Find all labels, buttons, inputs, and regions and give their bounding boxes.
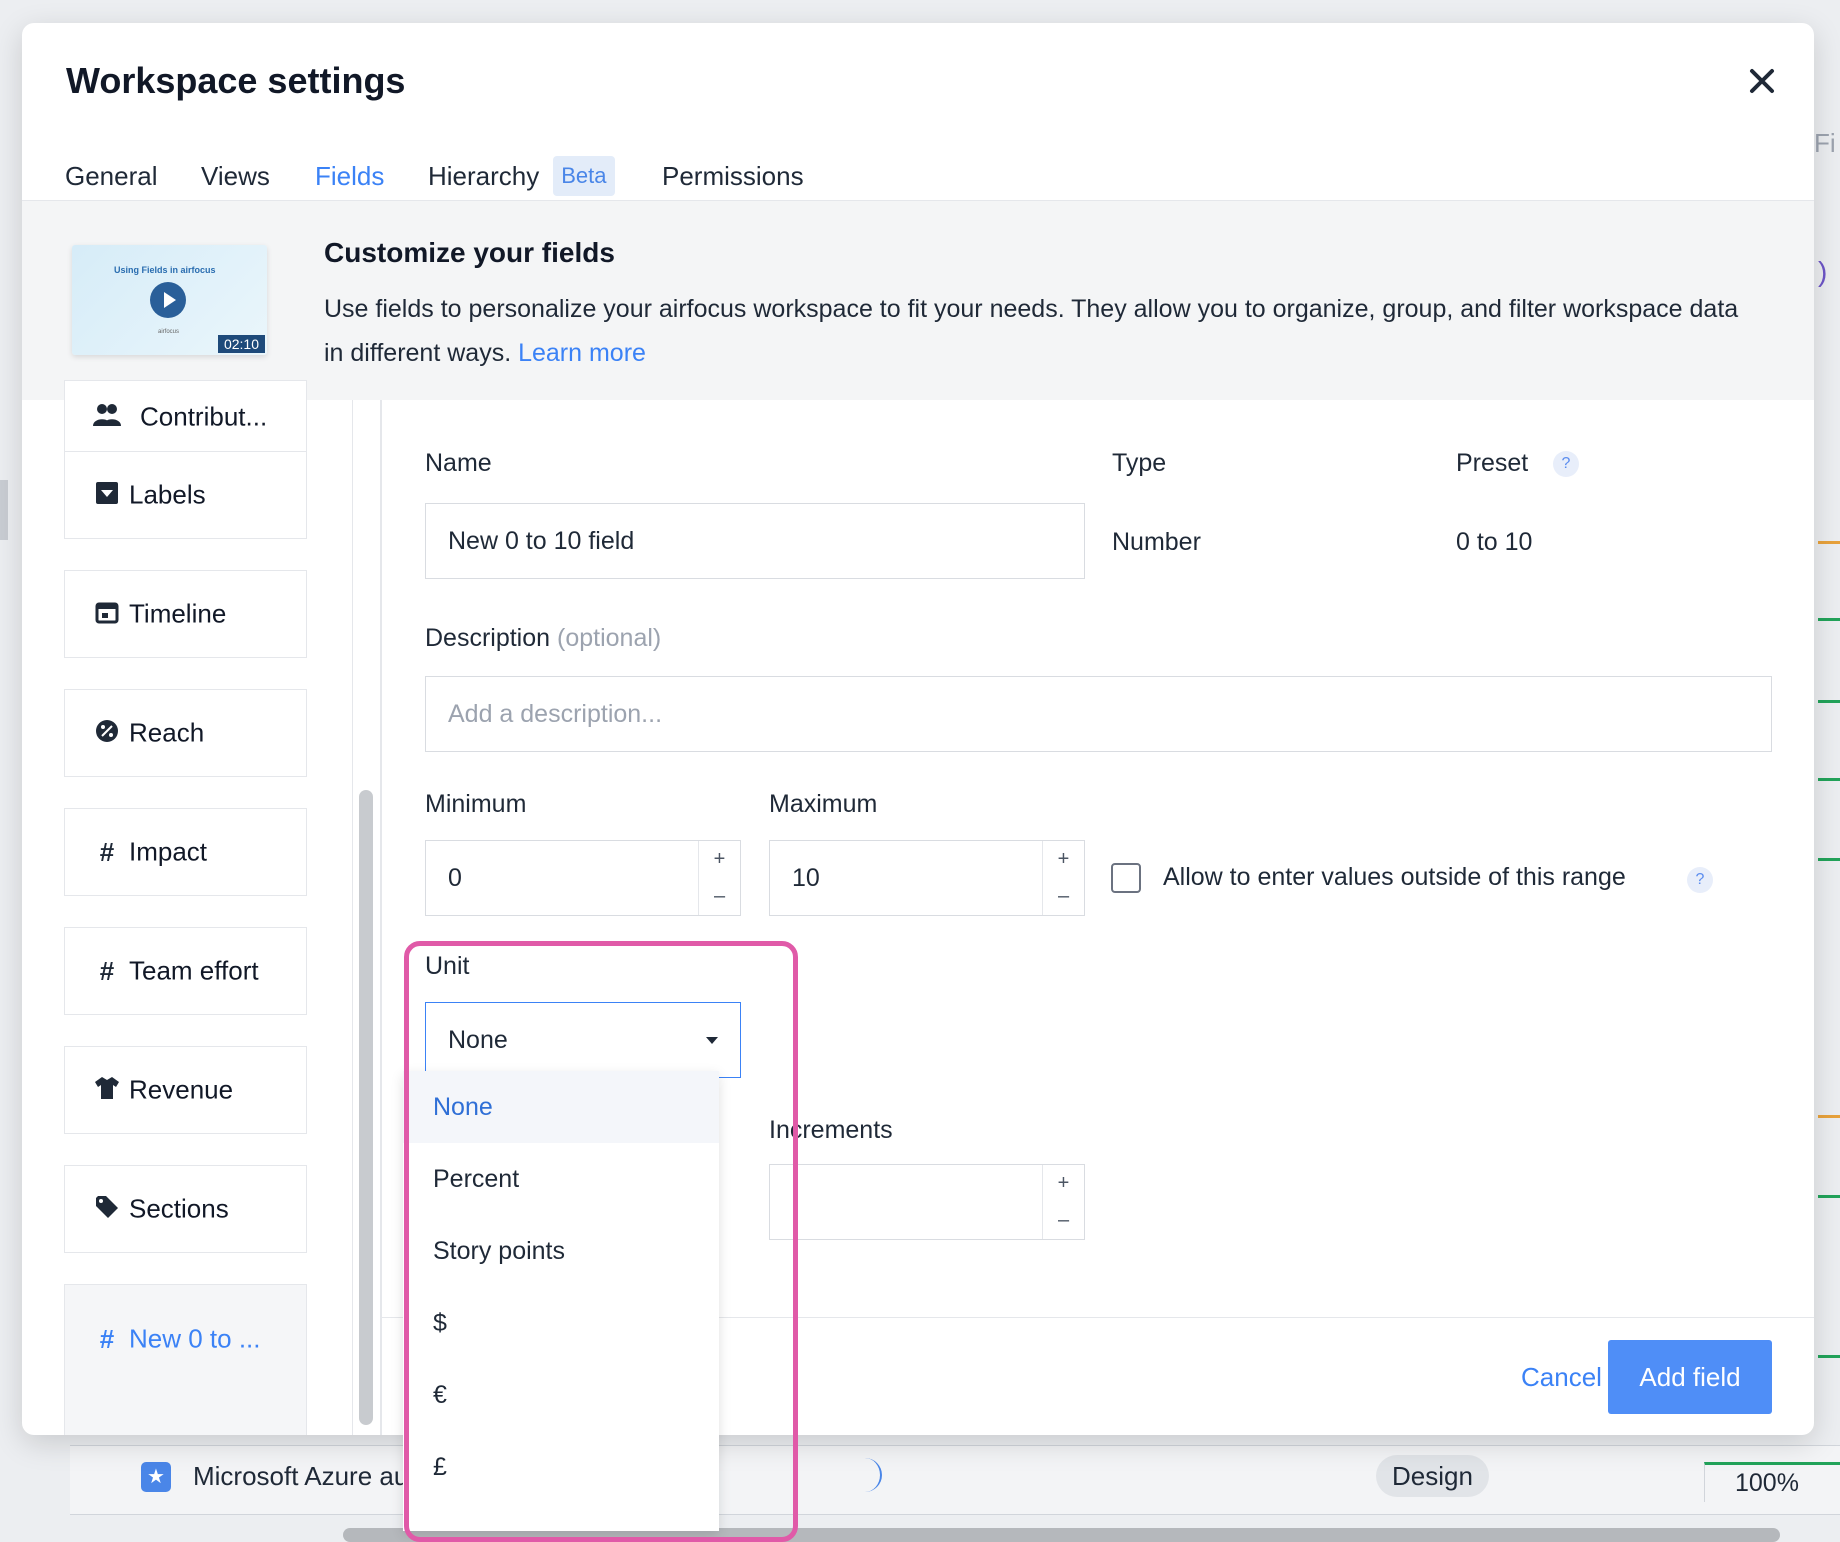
- people-icon: [93, 402, 121, 432]
- increment-button[interactable]: +: [1043, 841, 1084, 878]
- unit-label: Unit: [425, 952, 470, 980]
- unit-dropdown-menu: None Percent Story points $ € £: [403, 1071, 719, 1531]
- maximum-label: Maximum: [769, 790, 878, 818]
- allow-outside-range-checkbox[interactable]: [1111, 863, 1141, 893]
- decrement-button[interactable]: –: [1043, 878, 1084, 915]
- name-label: Name: [425, 449, 492, 477]
- preset-value: 0 to 10: [1456, 528, 1533, 556]
- type-label: Type: [1112, 449, 1167, 477]
- field-item-label: Timeline: [129, 598, 227, 629]
- caret-down-icon: [706, 1037, 718, 1044]
- modal-title: Workspace settings: [66, 60, 406, 101]
- increments-stepper: + –: [1042, 1165, 1084, 1239]
- field-item-label: Revenue: [129, 1074, 234, 1105]
- unit-select[interactable]: None: [425, 1002, 741, 1078]
- minimum-label: Minimum: [425, 790, 527, 818]
- beta-badge: Beta: [553, 156, 615, 197]
- video-duration: 02:10: [217, 335, 265, 353]
- unit-option-dollar[interactable]: $: [403, 1287, 719, 1359]
- background-progress-value: 100%: [1704, 1462, 1840, 1502]
- field-item-label: Team effort: [129, 955, 259, 986]
- field-item-timeline[interactable]: Timeline: [64, 570, 307, 658]
- banner-text: Use fields to personalize your airfocus …: [324, 287, 1744, 375]
- decrement-button[interactable]: –: [699, 878, 740, 915]
- field-item-new-0-to-10[interactable]: # New 0 to ...: [64, 1284, 307, 1435]
- background-tab-fragment: Fi: [1814, 128, 1836, 158]
- field-item-impact[interactable]: # Impact: [64, 808, 307, 896]
- unit-option-story-points[interactable]: Story points: [403, 1215, 719, 1287]
- label-dropdown-icon: [93, 481, 121, 509]
- minimum-stepper: + –: [698, 841, 740, 915]
- sidebar-divider: [352, 400, 353, 1435]
- tab-hierarchy-label: Hierarchy: [428, 161, 540, 191]
- field-item-label: Labels: [129, 479, 206, 510]
- help-icon[interactable]: ?: [1687, 867, 1713, 893]
- field-item-team-effort[interactable]: # Team effort: [64, 927, 307, 1015]
- increments-label: Increments: [769, 1116, 893, 1144]
- field-item-labels[interactable]: Labels: [64, 451, 307, 539]
- workspace-settings-modal: Workspace settings General Views Fields …: [22, 23, 1814, 1435]
- tag-icon: [93, 1195, 121, 1223]
- description-input[interactable]: Add a description...: [425, 676, 1772, 752]
- hash-icon: #: [99, 956, 115, 986]
- preset-label: Preset: [1456, 449, 1529, 477]
- unit-option-percent[interactable]: Percent: [403, 1143, 719, 1215]
- calendar-icon: [93, 600, 121, 628]
- hash-icon: #: [99, 837, 115, 867]
- field-item-sections[interactable]: Sections: [64, 1165, 307, 1253]
- minimum-input[interactable]: 0 + –: [425, 840, 741, 916]
- info-banner: Using Fields in airfocus airfocus 02:10 …: [22, 200, 1814, 400]
- close-icon[interactable]: [1742, 61, 1782, 101]
- field-list-sidebar: Contribut... Labels Timeline Reach # Imp…: [22, 380, 382, 1435]
- sidebar-divider: [380, 400, 382, 1435]
- banner-title: Customize your fields: [324, 237, 615, 268]
- unit-option-pound[interactable]: £: [403, 1431, 719, 1503]
- field-item-label: Reach: [129, 717, 205, 748]
- description-label-text: Description: [425, 624, 551, 652]
- field-item-revenue[interactable]: Revenue: [64, 1046, 307, 1134]
- percent-circle-icon: [93, 719, 121, 747]
- background-row-title: Microsoft Azure auth: [193, 1461, 408, 1491]
- optional-hint: (optional): [557, 624, 662, 652]
- minimum-value: 0: [448, 864, 462, 892]
- add-field-button[interactable]: Add field: [1608, 1340, 1772, 1414]
- cancel-button[interactable]: Cancel: [1497, 1340, 1626, 1414]
- play-icon[interactable]: [150, 282, 186, 318]
- field-item-label: Contribut...: [140, 401, 268, 432]
- shirt-icon: [93, 1076, 121, 1104]
- field-item-label: Impact: [129, 836, 208, 867]
- allow-outside-range-label[interactable]: Allow to enter values outside of this ra…: [1163, 863, 1626, 892]
- decrement-button[interactable]: –: [1043, 1202, 1084, 1239]
- video-thumbnail[interactable]: Using Fields in airfocus airfocus 02:10: [72, 245, 267, 355]
- background-text-fragment: ): [1818, 256, 1828, 287]
- name-input[interactable]: New 0 to 10 field: [425, 503, 1085, 579]
- increments-input[interactable]: + –: [769, 1164, 1085, 1240]
- maximum-value: 10: [792, 864, 820, 892]
- unit-option-none[interactable]: None: [403, 1071, 719, 1143]
- type-value: Number: [1112, 528, 1201, 556]
- description-label: Description (optional): [425, 624, 661, 653]
- video-caption: Using Fields in airfocus: [114, 265, 216, 275]
- help-icon[interactable]: ?: [1553, 451, 1579, 477]
- field-item-label: New 0 to ...: [129, 1323, 261, 1354]
- learn-more-link[interactable]: Learn more: [518, 339, 646, 367]
- sidebar-scrollbar[interactable]: [359, 790, 373, 1425]
- increment-button[interactable]: +: [1043, 1165, 1084, 1202]
- star-icon: ★: [141, 1462, 171, 1492]
- maximum-stepper: + –: [1042, 841, 1084, 915]
- unit-option-euro[interactable]: €: [403, 1359, 719, 1431]
- video-brand: airfocus: [158, 329, 180, 335]
- background-status-badge: Design: [1376, 1455, 1489, 1497]
- field-item-label: Sections: [129, 1193, 229, 1224]
- hash-icon: #: [99, 1324, 115, 1354]
- field-item-reach[interactable]: Reach: [64, 689, 307, 777]
- increment-button[interactable]: +: [699, 841, 740, 878]
- maximum-input[interactable]: 10 + –: [769, 840, 1085, 916]
- unit-selected-value: None: [448, 1026, 508, 1054]
